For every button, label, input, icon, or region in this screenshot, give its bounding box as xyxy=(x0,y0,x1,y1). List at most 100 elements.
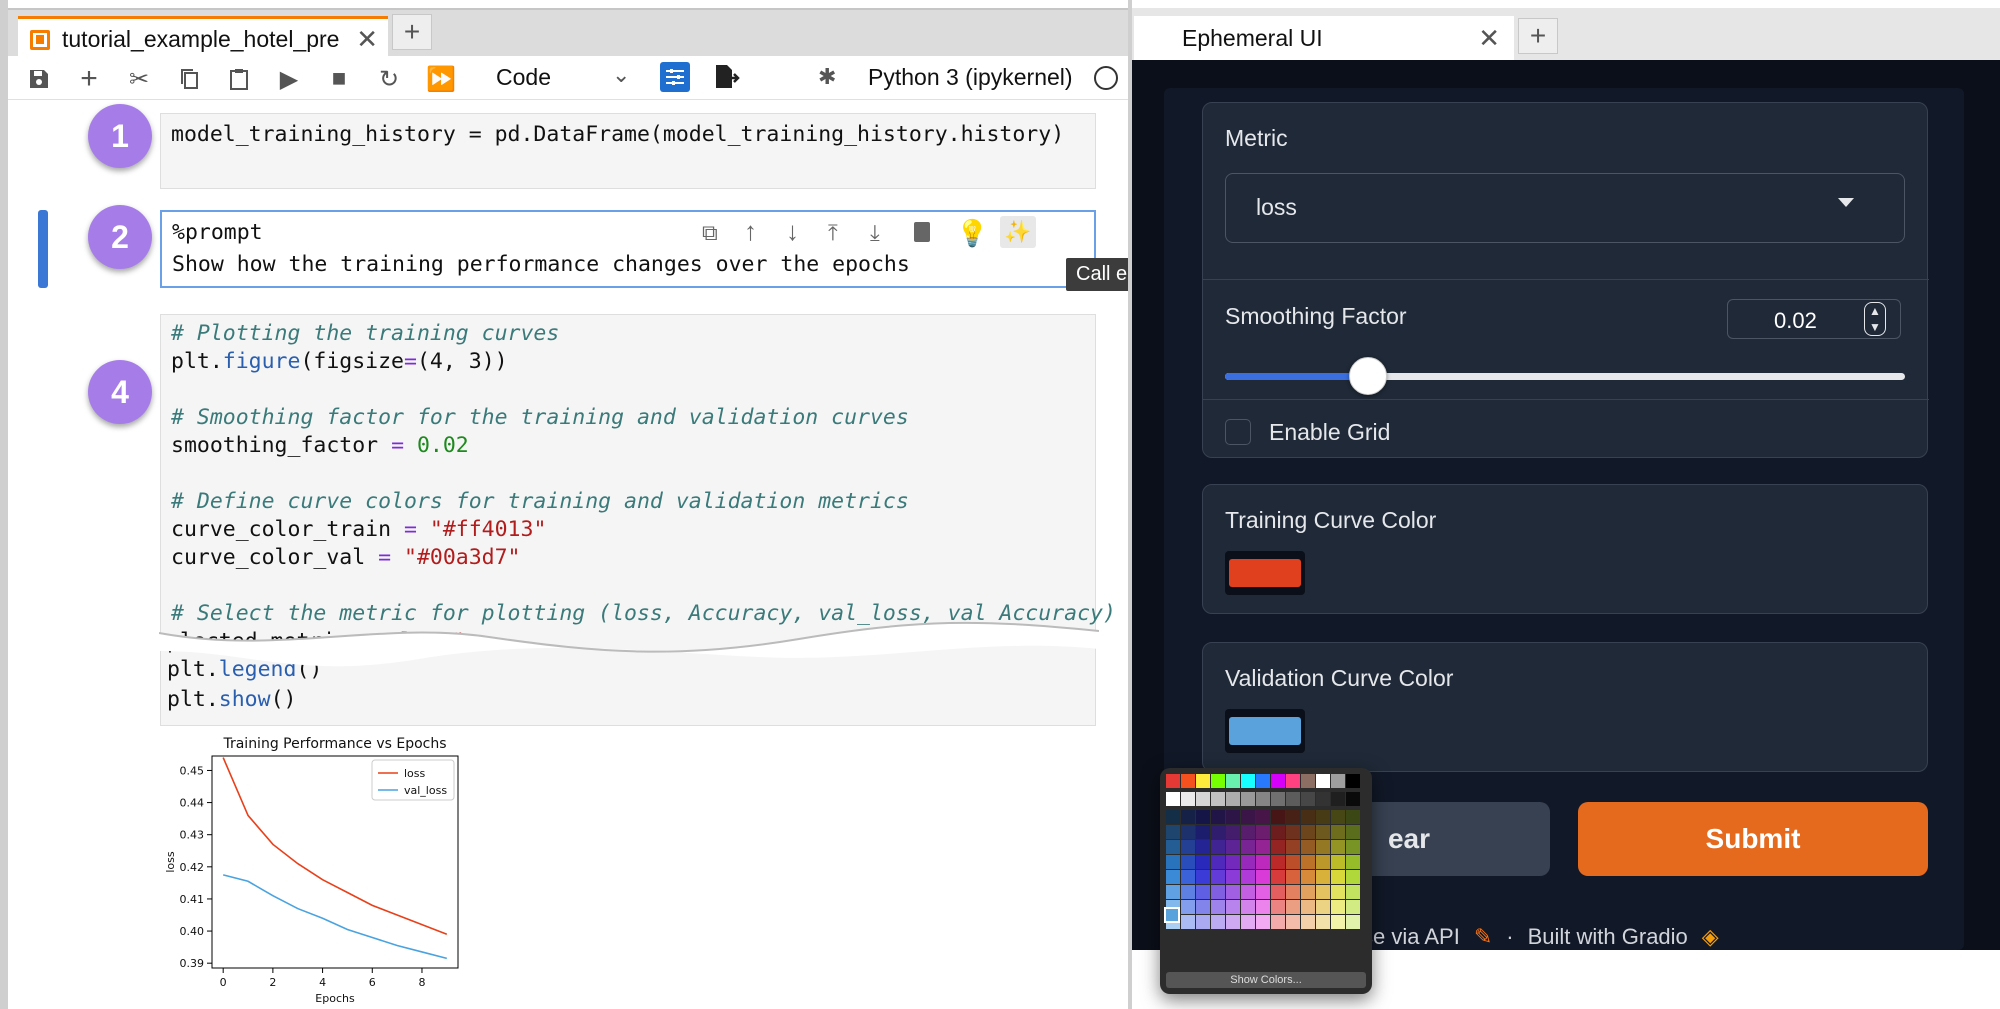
palette-swatch[interactable] xyxy=(1271,810,1285,824)
new-tab-button[interactable]: + xyxy=(1518,18,1558,54)
palette-swatch[interactable] xyxy=(1316,870,1330,884)
built-with-gradio-link[interactable]: Built with Gradio xyxy=(1528,924,1688,950)
palette-swatch[interactable] xyxy=(1256,915,1270,929)
palette-swatch[interactable] xyxy=(1301,885,1315,899)
palette-swatch[interactable] xyxy=(1301,915,1315,929)
palette-swatch[interactable] xyxy=(1211,885,1225,899)
palette-swatch[interactable] xyxy=(1241,774,1255,788)
insert-above-icon[interactable]: ⤒ xyxy=(828,220,838,246)
chevron-down-icon[interactable]: ⌄ xyxy=(612,62,630,88)
palette-swatch[interactable] xyxy=(1271,915,1285,929)
palette-swatch[interactable] xyxy=(1346,774,1360,788)
palette-swatch[interactable] xyxy=(1286,774,1300,788)
palette-swatch[interactable] xyxy=(1241,840,1255,854)
stepper-icon[interactable]: ▲ ▼ xyxy=(1864,302,1886,336)
palette-swatch[interactable] xyxy=(1226,855,1240,869)
close-icon[interactable]: ✕ xyxy=(356,24,378,55)
palette-swatch[interactable] xyxy=(1331,792,1345,806)
palette-swatch[interactable] xyxy=(1346,810,1360,824)
palette-swatch[interactable] xyxy=(1331,885,1345,899)
palette-swatch[interactable] xyxy=(1196,774,1210,788)
palette-swatch[interactable] xyxy=(1241,885,1255,899)
palette-swatch[interactable] xyxy=(1286,885,1300,899)
metric-dropdown[interactable]: loss xyxy=(1225,173,1905,243)
palette-swatch[interactable] xyxy=(1331,810,1345,824)
palette-swatch[interactable] xyxy=(1271,825,1285,839)
palette-swatch[interactable] xyxy=(1286,840,1300,854)
selected-swatch[interactable] xyxy=(1164,907,1180,923)
palette-swatch[interactable] xyxy=(1256,840,1270,854)
generated-code-cell[interactable]: # Plotting the training curves plt.figur… xyxy=(159,314,1116,726)
palette-swatch[interactable] xyxy=(1301,825,1315,839)
palette-swatch[interactable] xyxy=(1166,840,1180,854)
palette-swatch[interactable] xyxy=(1196,915,1210,929)
palette-swatch[interactable] xyxy=(1271,855,1285,869)
palette-swatch[interactable] xyxy=(1301,855,1315,869)
palette-swatch[interactable] xyxy=(1226,825,1240,839)
palette-swatch[interactable] xyxy=(1271,900,1285,914)
palette-swatch[interactable] xyxy=(1226,900,1240,914)
use-api-link[interactable]: se via API xyxy=(1362,924,1460,950)
move-down-icon[interactable]: ↓ xyxy=(786,216,799,247)
palette-swatch[interactable] xyxy=(1256,810,1270,824)
palette-swatch[interactable] xyxy=(1241,855,1255,869)
palette-swatch[interactable] xyxy=(1331,900,1345,914)
palette-swatch[interactable] xyxy=(1256,900,1270,914)
bug-icon[interactable]: ✱ xyxy=(818,64,836,90)
palette-swatch[interactable] xyxy=(1301,774,1315,788)
palette-swatch[interactable] xyxy=(1211,915,1225,929)
palette-swatch[interactable] xyxy=(1181,900,1195,914)
palette-swatch[interactable] xyxy=(1346,840,1360,854)
palette-swatch[interactable] xyxy=(1181,915,1195,929)
palette-swatch[interactable] xyxy=(1166,825,1180,839)
palette-swatch[interactable] xyxy=(1226,915,1240,929)
palette-swatch[interactable] xyxy=(1211,774,1225,788)
palette-swatch[interactable] xyxy=(1181,870,1195,884)
move-up-icon[interactable]: ↑ xyxy=(744,216,757,247)
run-all-icon[interactable]: ⏩ xyxy=(426,64,456,94)
palette-swatch[interactable] xyxy=(1256,870,1270,884)
copy-icon[interactable] xyxy=(174,64,204,94)
run-icon[interactable]: ▶ xyxy=(274,64,304,94)
palette-swatch[interactable] xyxy=(1166,855,1180,869)
palette-swatch[interactable] xyxy=(1286,792,1300,806)
palette-swatch[interactable] xyxy=(1256,774,1270,788)
palette-swatch[interactable] xyxy=(1166,810,1180,824)
palette-swatch[interactable] xyxy=(1271,870,1285,884)
restart-icon[interactable]: ↻ xyxy=(374,64,404,94)
palette-swatch[interactable] xyxy=(1226,792,1240,806)
palette-swatch[interactable] xyxy=(1286,855,1300,869)
duplicate-icon[interactable]: ⧉ xyxy=(702,220,718,246)
kernel-label[interactable]: Python 3 (ipykernel) xyxy=(868,64,1073,91)
palette-swatch[interactable] xyxy=(1301,792,1315,806)
add-cell-icon[interactable]: + xyxy=(74,62,104,95)
palette-swatch[interactable] xyxy=(1211,792,1225,806)
magic-wand-icon[interactable]: ✨ xyxy=(1000,216,1036,248)
palette-swatch[interactable] xyxy=(1331,870,1345,884)
palette-swatch[interactable] xyxy=(1211,855,1225,869)
palette-swatch[interactable] xyxy=(1241,915,1255,929)
palette-swatch[interactable] xyxy=(1166,885,1180,899)
palette-swatch[interactable] xyxy=(1301,840,1315,854)
palette-swatch[interactable] xyxy=(1211,870,1225,884)
lightbulb-icon[interactable]: 💡 xyxy=(956,218,988,249)
palette-swatch[interactable] xyxy=(1331,915,1345,929)
palette-swatch[interactable] xyxy=(1166,870,1180,884)
delete-icon[interactable] xyxy=(914,222,930,242)
palette-swatch[interactable] xyxy=(1271,792,1285,806)
smoothing-slider[interactable] xyxy=(1225,357,1905,395)
palette-swatch[interactable] xyxy=(1196,900,1210,914)
validation-color-picker[interactable] xyxy=(1225,709,1305,753)
palette-swatch[interactable] xyxy=(1316,885,1330,899)
close-icon[interactable]: ✕ xyxy=(1478,23,1500,54)
palette-swatch[interactable] xyxy=(1271,774,1285,788)
stop-icon[interactable]: ■ xyxy=(324,64,354,94)
show-colors-button[interactable]: Show Colors... xyxy=(1166,972,1366,988)
palette-swatch[interactable] xyxy=(1346,825,1360,839)
palette-swatch[interactable] xyxy=(1196,810,1210,824)
palette-swatch[interactable] xyxy=(1331,840,1345,854)
palette-swatch[interactable] xyxy=(1301,870,1315,884)
palette-swatch[interactable] xyxy=(1346,870,1360,884)
palette-swatch[interactable] xyxy=(1226,840,1240,854)
palette-swatch[interactable] xyxy=(1346,792,1360,806)
